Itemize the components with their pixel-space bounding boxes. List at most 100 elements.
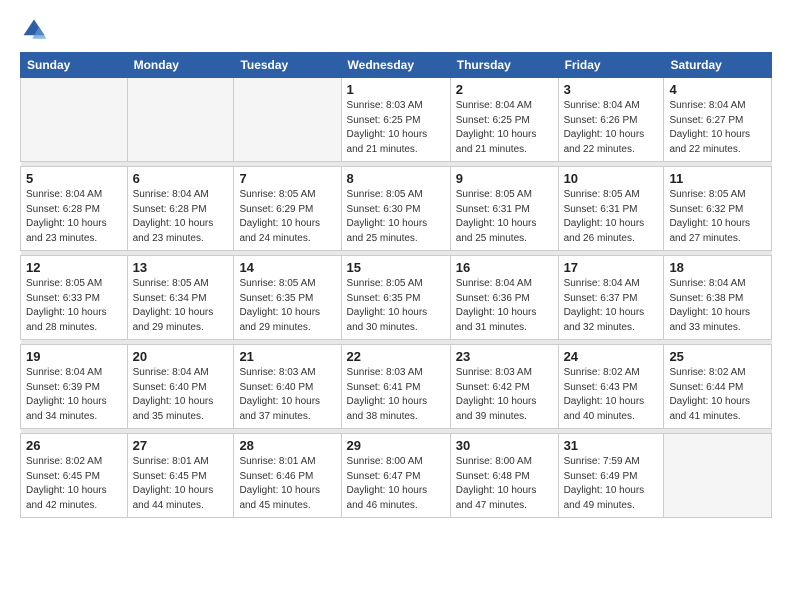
- day-cell: 10Sunrise: 8:05 AM Sunset: 6:31 PM Dayli…: [558, 167, 664, 251]
- day-number: 12: [26, 260, 122, 275]
- weekday-sunday: Sunday: [21, 53, 128, 78]
- calendar: SundayMondayTuesdayWednesdayThursdayFrid…: [20, 52, 772, 518]
- day-info: Sunrise: 8:00 AM Sunset: 6:48 PM Dayligh…: [456, 455, 553, 513]
- day-cell: 7 Sunrise: 8:05 AM Sunset: 6:29 PM Daylig…: [234, 167, 341, 251]
- day-info: Sunrise: 8:05 AM Sunset: 6:35 PM Dayligh…: [239, 277, 335, 335]
- day-cell: 12 Sunrise: 8:05 AM Sunset: 6:33 PM Dayli…: [21, 256, 128, 340]
- day-number: 2: [456, 82, 553, 97]
- day-number: 21: [239, 349, 335, 364]
- day-info: Sunrise: 8:03 AM Sunset: 6:41 PM Dayligh…: [347, 366, 445, 424]
- day-cell: 13 Sunrise: 8:05 AM Sunset: 6:34 PM Dayli…: [127, 256, 234, 340]
- day-number: 18: [669, 260, 766, 275]
- day-cell: 18Sunrise: 8:04 AM Sunset: 6:38 PM Dayli…: [664, 256, 772, 340]
- day-cell: 2 Sunrise: 8:04 AM Sunset: 6:25 PM Daylig…: [450, 78, 558, 162]
- day-number: 31: [564, 438, 659, 453]
- day-info: Sunrise: 8:02 AM Sunset: 6:45 PM Dayligh…: [26, 455, 122, 513]
- day-cell: 19 Sunrise: 8:04 AM Sunset: 6:39 PM Dayli…: [21, 345, 128, 429]
- weekday-monday: Monday: [127, 53, 234, 78]
- weekday-wednesday: Wednesday: [341, 53, 450, 78]
- day-cell: 22 Sunrise: 8:03 AM Sunset: 6:41 PM Dayli…: [341, 345, 450, 429]
- day-info: Sunrise: 8:03 AM Sunset: 6:25 PM Dayligh…: [347, 99, 445, 157]
- day-info: Sunrise: 8:05 AM Sunset: 6:33 PM Dayligh…: [26, 277, 122, 335]
- day-info: Sunrise: 8:01 AM Sunset: 6:46 PM Dayligh…: [239, 455, 335, 513]
- day-number: 26: [26, 438, 122, 453]
- day-info: Sunrise: 8:05 AM Sunset: 6:34 PM Dayligh…: [133, 277, 229, 335]
- day-info: Sunrise: 8:05 AM Sunset: 6:30 PM Dayligh…: [347, 188, 445, 246]
- day-cell: 25Sunrise: 8:02 AM Sunset: 6:44 PM Dayli…: [664, 345, 772, 429]
- day-cell: 20Sunrise: 8:04 AM Sunset: 6:40 PM Dayli…: [127, 345, 234, 429]
- day-cell: 16 Sunrise: 8:04 AM Sunset: 6:36 PM Dayli…: [450, 256, 558, 340]
- day-number: 15: [347, 260, 445, 275]
- day-info: Sunrise: 8:04 AM Sunset: 6:28 PM Dayligh…: [133, 188, 229, 246]
- day-cell: 3 Sunrise: 8:04 AM Sunset: 6:26 PM Daylig…: [558, 78, 664, 162]
- day-info: Sunrise: 8:04 AM Sunset: 6:40 PM Dayligh…: [133, 366, 229, 424]
- day-number: 9: [456, 171, 553, 186]
- day-number: 11: [669, 171, 766, 186]
- day-info: Sunrise: 8:05 AM Sunset: 6:29 PM Dayligh…: [239, 188, 335, 246]
- day-number: 28: [239, 438, 335, 453]
- day-cell: [664, 434, 772, 518]
- day-number: 22: [347, 349, 445, 364]
- day-cell: 24 Sunrise: 8:02 AM Sunset: 6:43 PM Dayli…: [558, 345, 664, 429]
- logo: [20, 16, 52, 44]
- day-number: 25: [669, 349, 766, 364]
- day-number: 4: [669, 82, 766, 97]
- day-cell: 31 Sunrise: 7:59 AM Sunset: 6:49 PM Dayli…: [558, 434, 664, 518]
- day-number: 7: [239, 171, 335, 186]
- day-number: 1: [347, 82, 445, 97]
- week-row-5: 26 Sunrise: 8:02 AM Sunset: 6:45 PM Dayli…: [21, 434, 772, 518]
- day-cell: 23Sunrise: 8:03 AM Sunset: 6:42 PM Dayli…: [450, 345, 558, 429]
- day-info: Sunrise: 8:04 AM Sunset: 6:28 PM Dayligh…: [26, 188, 122, 246]
- day-cell: 21 Sunrise: 8:03 AM Sunset: 6:40 PM Dayli…: [234, 345, 341, 429]
- day-info: Sunrise: 8:05 AM Sunset: 6:31 PM Dayligh…: [564, 188, 659, 246]
- day-cell: 4Sunrise: 8:04 AM Sunset: 6:27 PM Daylig…: [664, 78, 772, 162]
- day-number: 13: [133, 260, 229, 275]
- page: SundayMondayTuesdayWednesdayThursdayFrid…: [0, 0, 792, 612]
- day-number: 23: [456, 349, 553, 364]
- day-info: Sunrise: 8:04 AM Sunset: 6:25 PM Dayligh…: [456, 99, 553, 157]
- week-row-4: 19 Sunrise: 8:04 AM Sunset: 6:39 PM Dayli…: [21, 345, 772, 429]
- day-number: 29: [347, 438, 445, 453]
- day-cell: [127, 78, 234, 162]
- weekday-header-row: SundayMondayTuesdayWednesdayThursdayFrid…: [21, 53, 772, 78]
- day-cell: 26 Sunrise: 8:02 AM Sunset: 6:45 PM Dayli…: [21, 434, 128, 518]
- day-number: 19: [26, 349, 122, 364]
- day-cell: 15 Sunrise: 8:05 AM Sunset: 6:35 PM Dayli…: [341, 256, 450, 340]
- logo-icon: [20, 16, 48, 44]
- day-info: Sunrise: 8:05 AM Sunset: 6:35 PM Dayligh…: [347, 277, 445, 335]
- day-info: Sunrise: 8:04 AM Sunset: 6:39 PM Dayligh…: [26, 366, 122, 424]
- day-info: Sunrise: 8:04 AM Sunset: 6:36 PM Dayligh…: [456, 277, 553, 335]
- day-number: 16: [456, 260, 553, 275]
- day-number: 5: [26, 171, 122, 186]
- day-cell: 11 Sunrise: 8:05 AM Sunset: 6:32 PM Dayli…: [664, 167, 772, 251]
- header: [20, 16, 772, 44]
- day-number: 6: [133, 171, 229, 186]
- day-cell: 1 Sunrise: 8:03 AM Sunset: 6:25 PM Daylig…: [341, 78, 450, 162]
- week-row-3: 12 Sunrise: 8:05 AM Sunset: 6:33 PM Dayli…: [21, 256, 772, 340]
- day-info: Sunrise: 8:05 AM Sunset: 6:32 PM Dayligh…: [669, 188, 766, 246]
- day-number: 27: [133, 438, 229, 453]
- week-row-2: 5 Sunrise: 8:04 AM Sunset: 6:28 PM Daylig…: [21, 167, 772, 251]
- day-cell: 9 Sunrise: 8:05 AM Sunset: 6:31 PM Daylig…: [450, 167, 558, 251]
- day-info: Sunrise: 8:04 AM Sunset: 6:26 PM Dayligh…: [564, 99, 659, 157]
- weekday-saturday: Saturday: [664, 53, 772, 78]
- day-info: Sunrise: 7:59 AM Sunset: 6:49 PM Dayligh…: [564, 455, 659, 513]
- weekday-thursday: Thursday: [450, 53, 558, 78]
- day-cell: 14Sunrise: 8:05 AM Sunset: 6:35 PM Dayli…: [234, 256, 341, 340]
- day-cell: 29Sunrise: 8:00 AM Sunset: 6:47 PM Dayli…: [341, 434, 450, 518]
- week-row-1: 1 Sunrise: 8:03 AM Sunset: 6:25 PM Daylig…: [21, 78, 772, 162]
- day-info: Sunrise: 8:03 AM Sunset: 6:40 PM Dayligh…: [239, 366, 335, 424]
- day-cell: 28 Sunrise: 8:01 AM Sunset: 6:46 PM Dayli…: [234, 434, 341, 518]
- day-cell: 30 Sunrise: 8:00 AM Sunset: 6:48 PM Dayli…: [450, 434, 558, 518]
- day-info: Sunrise: 8:04 AM Sunset: 6:37 PM Dayligh…: [564, 277, 659, 335]
- day-info: Sunrise: 8:02 AM Sunset: 6:43 PM Dayligh…: [564, 366, 659, 424]
- weekday-friday: Friday: [558, 53, 664, 78]
- day-cell: 6 Sunrise: 8:04 AM Sunset: 6:28 PM Daylig…: [127, 167, 234, 251]
- day-info: Sunrise: 8:05 AM Sunset: 6:31 PM Dayligh…: [456, 188, 553, 246]
- day-cell: [234, 78, 341, 162]
- day-number: 30: [456, 438, 553, 453]
- day-number: 24: [564, 349, 659, 364]
- day-number: 17: [564, 260, 659, 275]
- day-number: 3: [564, 82, 659, 97]
- day-cell: [21, 78, 128, 162]
